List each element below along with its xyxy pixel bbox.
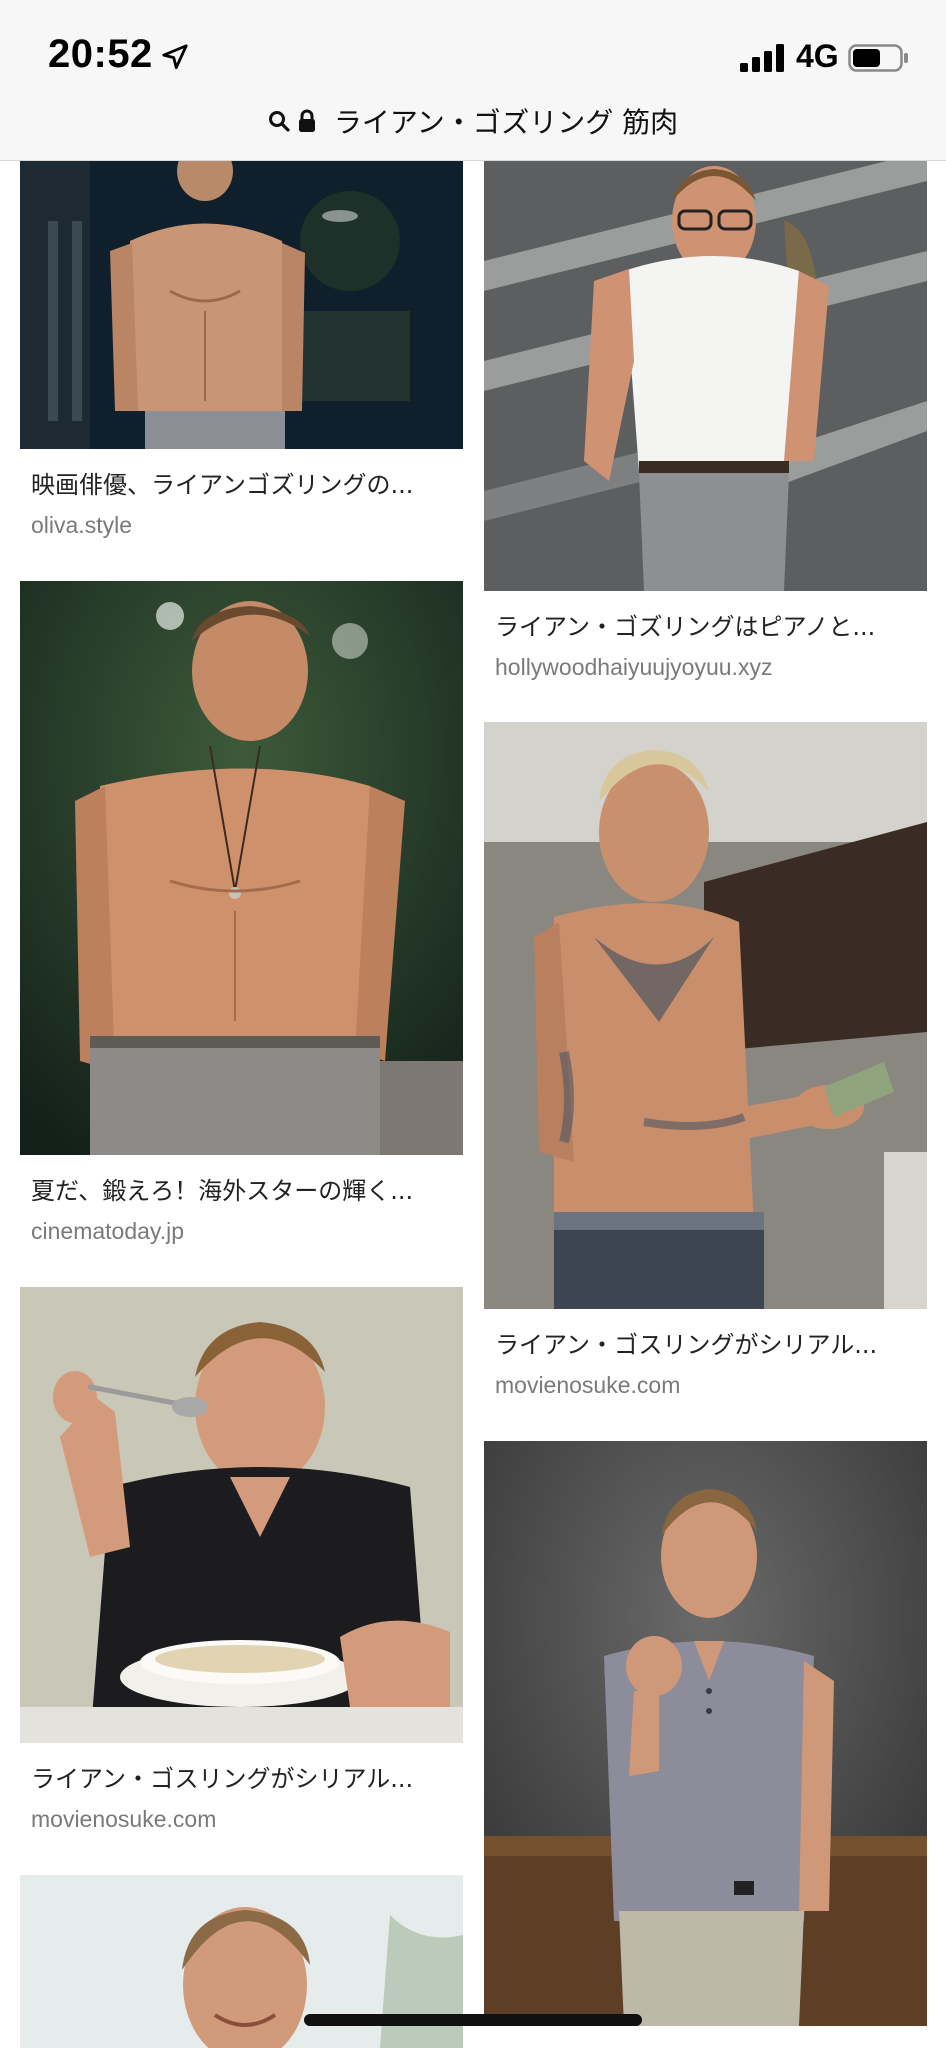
result-card[interactable]: ライアン・ゴズリングはピアノと... hollywoodhaiyuujyoyuu… xyxy=(484,161,927,681)
location-arrow-icon xyxy=(162,44,188,69)
result-caption[interactable]: 映画俳優、ライアンゴズリングの... xyxy=(20,465,453,500)
result-source[interactable]: oliva.style xyxy=(20,512,463,539)
result-card[interactable]: 夏だ、鍛えろ！海外スターの輝く... cinematoday.jp xyxy=(20,581,463,1245)
result-caption[interactable]: 夏だ、鍛えろ！海外スターの輝く... xyxy=(20,1171,453,1206)
result-source[interactable]: hollywoodhaiyuujyoyuu.xyz xyxy=(484,654,927,681)
result-image[interactable] xyxy=(484,161,927,591)
result-caption[interactable]: ライアン・ゴスリングがシリアル... xyxy=(20,1759,453,1794)
cellular-signal-icon xyxy=(740,44,784,72)
result-card[interactable]: ライアン・ゴスリングがシリアル... movienosuke.com xyxy=(484,722,927,1399)
address-bar[interactable]: ライアン・ゴズリング 筋肉 xyxy=(0,96,946,146)
result-image[interactable] xyxy=(484,1441,927,2026)
result-source[interactable]: movienosuke.com xyxy=(484,1372,927,1399)
home-indicator[interactable] xyxy=(304,2014,642,2026)
result-card[interactable] xyxy=(484,1441,927,2026)
result-image[interactable] xyxy=(20,161,463,449)
browser-top-bar: 20:52 4G ライアン・ゴズリング 筋肉 xyxy=(0,0,946,161)
search-icon xyxy=(268,111,290,132)
result-caption[interactable]: ライアン・ゴスリングがシリアル... xyxy=(484,1325,917,1360)
result-card[interactable]: ライアン・ゴスリングがシリアル... movienosuke.com xyxy=(20,1287,463,1833)
status-time: 20:52 xyxy=(48,32,153,76)
result-image[interactable] xyxy=(20,1287,463,1743)
battery-icon xyxy=(848,44,908,72)
result-caption[interactable]: ライアン・ゴズリングはピアノと... xyxy=(484,607,917,642)
result-card[interactable]: 映画俳優、ライアンゴズリングの... oliva.style xyxy=(20,161,463,539)
result-image[interactable] xyxy=(484,722,927,1309)
address-query: ライアン・ゴズリング 筋肉 xyxy=(333,106,679,139)
lock-icon xyxy=(298,109,315,132)
result-source[interactable]: cinematoday.jp xyxy=(20,1218,463,1245)
result-source[interactable]: movienosuke.com xyxy=(20,1806,463,1833)
network-type: 4G xyxy=(796,38,839,74)
result-image[interactable] xyxy=(20,581,463,1155)
